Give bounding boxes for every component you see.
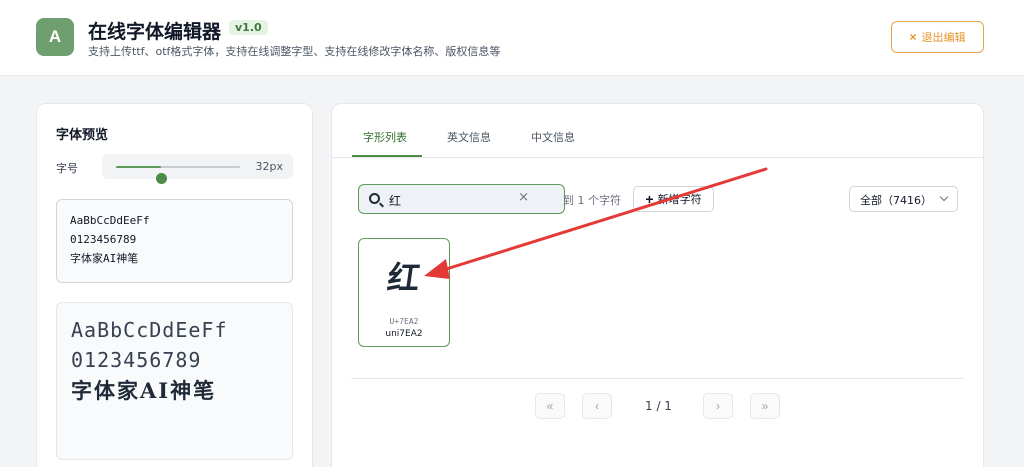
filter-value: 全部（7416）: [860, 194, 932, 207]
font-size-slider[interactable]: [116, 166, 240, 184]
app-subtitle: 支持上传ttf、otf格式字体，支持在线调整字型、支持在线修改字体名称、版权信息…: [88, 45, 501, 58]
last-page-button[interactable]: »: [750, 393, 780, 419]
preview-line-latin: AaBbCcDdEeFf: [71, 318, 228, 342]
exit-edit-button[interactable]: × 退出编辑: [891, 21, 984, 53]
preview-line-cjk: 字体家AI神笔: [71, 378, 217, 403]
close-icon: ×: [909, 30, 917, 44]
slider-thumb[interactable]: [155, 173, 167, 184]
glyph-filter-select[interactable]: 全部（7416）: [849, 186, 958, 212]
tab-english-info[interactable]: 英文信息: [447, 129, 491, 145]
font-size-control: 32px: [102, 154, 293, 184]
app-logo: A: [36, 18, 74, 56]
glyph-preview: 红: [385, 259, 423, 297]
glyph-search-input[interactable]: [389, 191, 529, 209]
glyph-panel: 字形列表 英文信息 中文信息 × 到 1 个字符 + 新增字符 全部（7416）…: [331, 103, 984, 467]
sample-text-input[interactable]: AaBbCcDdEeFf 0123456789 字体家AI神笔: [56, 199, 293, 283]
pagination-divider: [351, 378, 964, 379]
glyph-name: uni7EA2: [385, 329, 423, 339]
tab-bar: 字形列表 英文信息 中文信息: [332, 104, 983, 158]
tab-chinese-info[interactable]: 中文信息: [531, 129, 575, 145]
glyph-unicode: U+7EA2: [389, 317, 419, 326]
preview-render-area: AaBbCcDdEeFf 0123456789 字体家AI神笔: [56, 302, 293, 460]
prev-page-button[interactable]: ‹: [582, 393, 612, 419]
search-result-count: 到 1 个字符: [563, 194, 621, 207]
next-page-button[interactable]: ›: [703, 393, 733, 419]
glyph-search-box: ×: [358, 184, 565, 214]
search-icon: [369, 193, 380, 204]
active-tab-indicator: [352, 155, 422, 157]
slider-fill: [116, 166, 161, 168]
font-size-value: 32px: [255, 160, 284, 173]
plus-icon: +: [645, 191, 654, 207]
glyph-card[interactable]: 红 U+7EA2 uni7EA2: [358, 238, 450, 347]
add-char-label: 新增字符: [657, 194, 702, 206]
font-size-label: 字号: [56, 162, 78, 175]
tab-glyph-list[interactable]: 字形列表: [363, 129, 407, 145]
clear-search-icon[interactable]: ×: [518, 190, 529, 205]
chevron-down-icon: [939, 192, 949, 202]
app-title: 在线字体编辑器: [88, 21, 222, 43]
exit-edit-label: 退出编辑: [921, 32, 966, 44]
preview-line-digits: 0123456789: [71, 348, 202, 372]
preview-title: 字体预览: [56, 128, 109, 143]
version-badge: v1.0: [229, 20, 268, 35]
add-char-button[interactable]: + 新增字符: [633, 186, 714, 212]
first-page-button[interactable]: «: [535, 393, 565, 419]
app-header: A 在线字体编辑器 v1.0 支持上传ttf、otf格式字体，支持在线调整字型、…: [0, 0, 1024, 76]
page-indicator: 1 / 1: [645, 399, 672, 413]
font-preview-panel: 字体预览 字号 32px AaBbCcDdEeFf 0123456789 字体家…: [36, 103, 313, 467]
